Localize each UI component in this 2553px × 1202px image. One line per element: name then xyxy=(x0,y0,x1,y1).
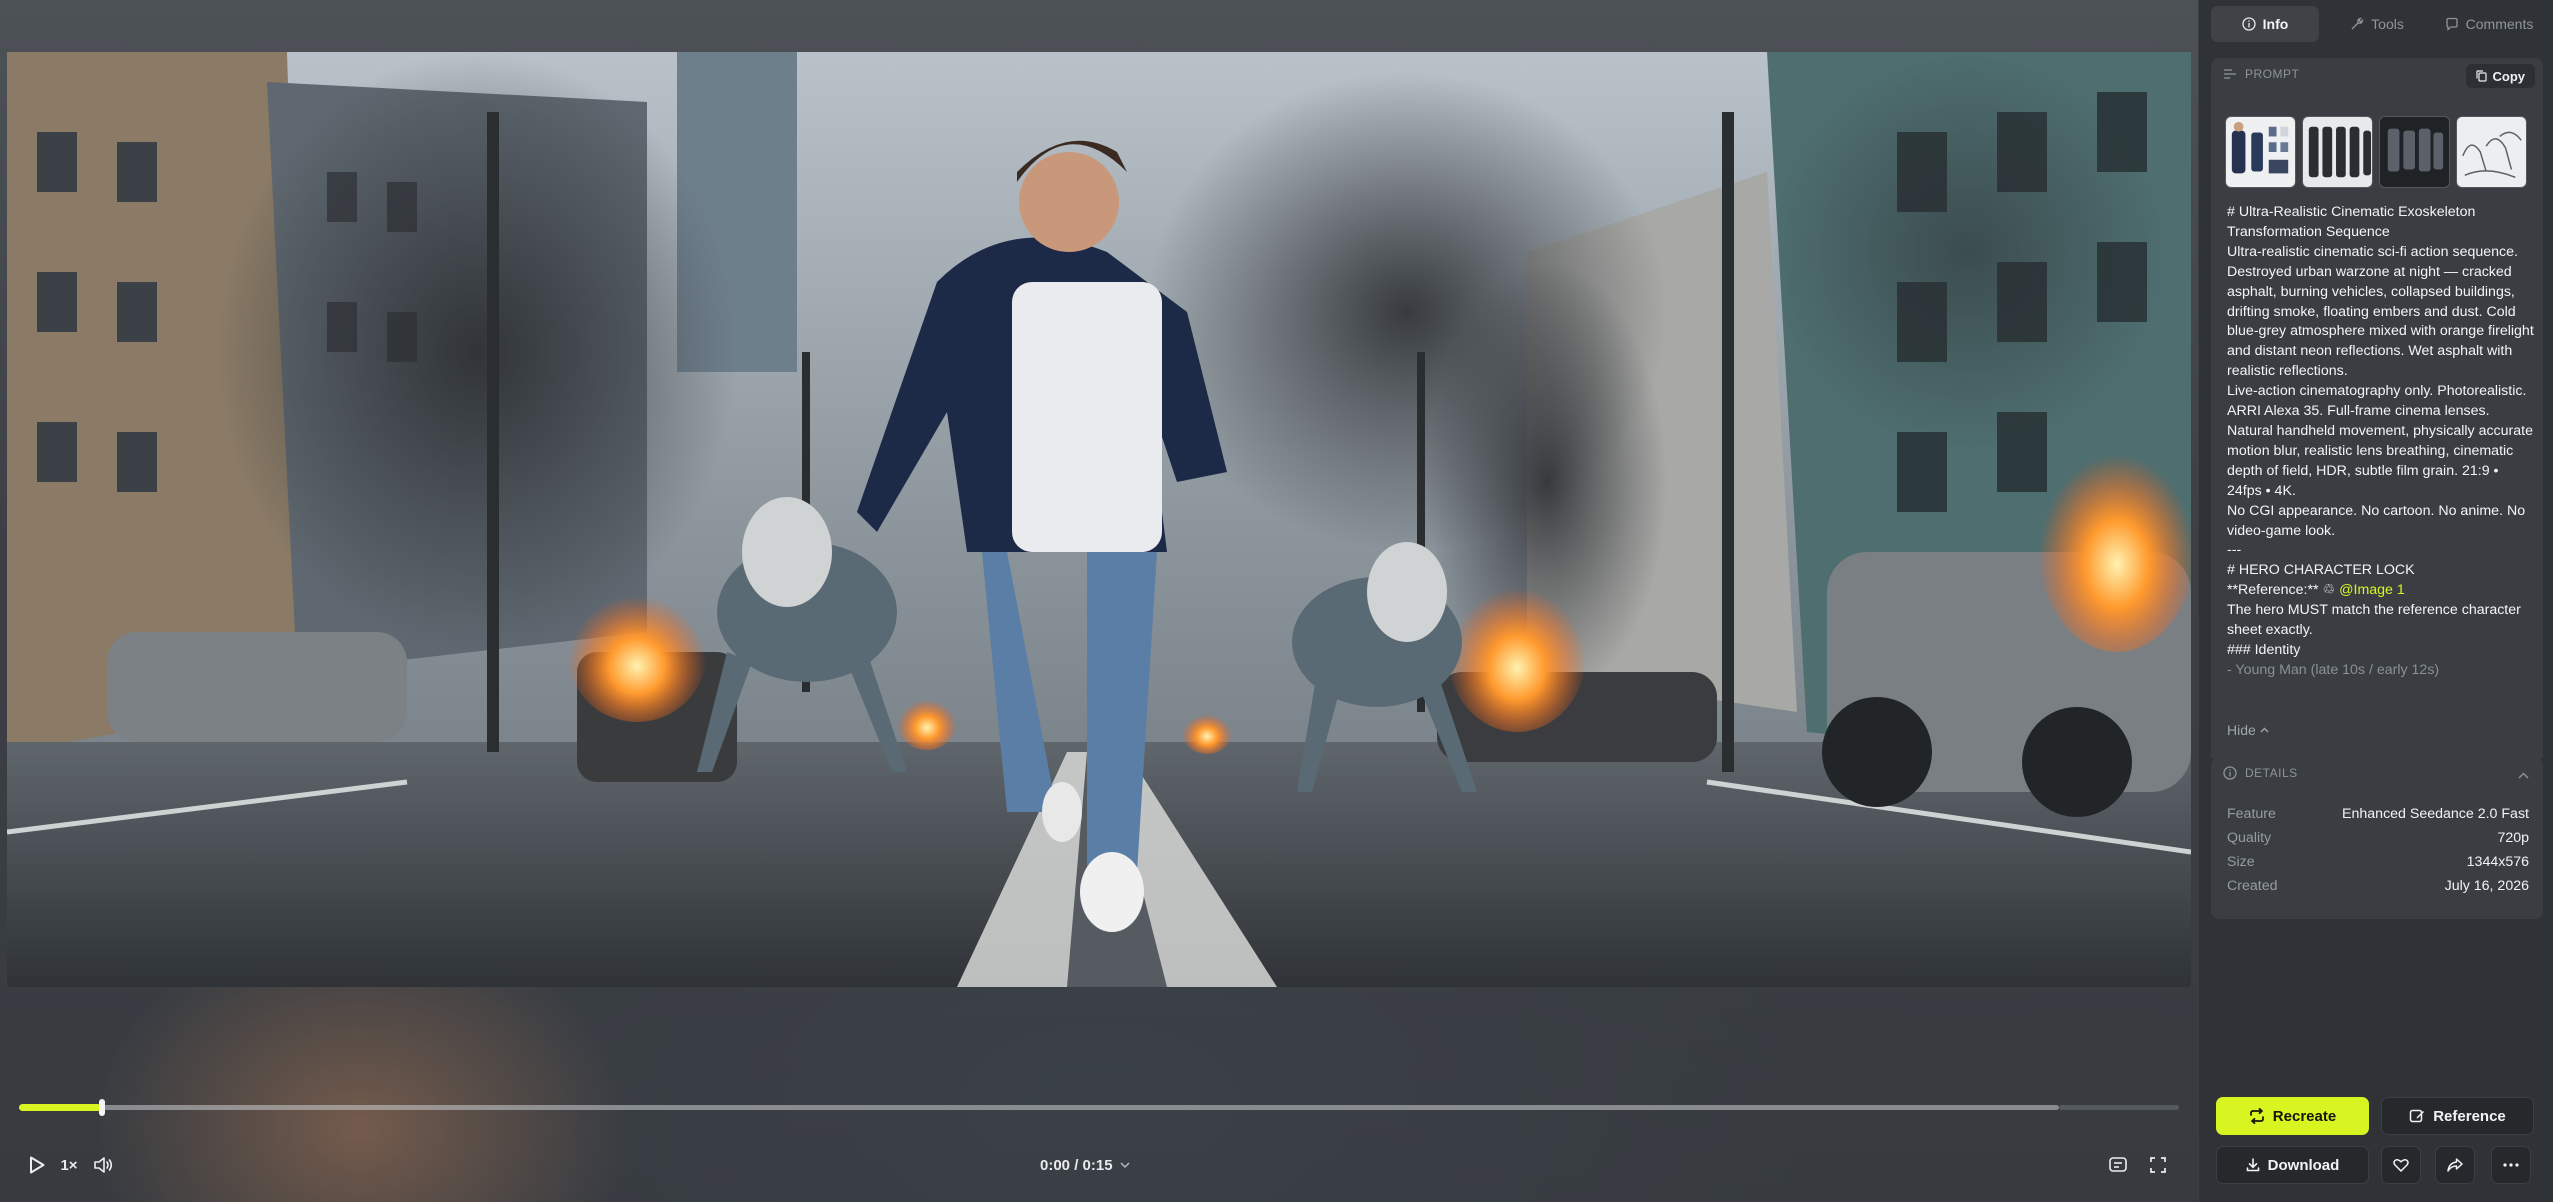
detail-key: Created xyxy=(2227,878,2278,894)
detail-value: Enhanced Seedance 2.0 Fast xyxy=(2342,806,2529,822)
tab-tools[interactable]: Tools xyxy=(2323,6,2431,42)
more-icon xyxy=(2503,1163,2519,1167)
play-icon xyxy=(30,1156,45,1174)
reference-image xyxy=(2457,117,2526,187)
captions-icon xyxy=(2109,1157,2127,1172)
detail-row-size: Size 1344x576 xyxy=(2227,850,2529,874)
detail-value: July 16, 2026 xyxy=(2444,878,2529,894)
detail-row-created: Created July 16, 2026 xyxy=(2227,874,2529,898)
detail-key: Size xyxy=(2227,854,2255,870)
chevron-down-icon xyxy=(1120,1162,1130,1169)
prompt-line-faded: - Young Man (late 10s / early 12s) xyxy=(2227,661,2440,678)
reference-image xyxy=(2303,117,2372,187)
tools-icon xyxy=(2351,17,2364,30)
image-mention[interactable]: @Image 1 xyxy=(2339,582,2405,598)
fullscreen-icon xyxy=(2150,1157,2166,1173)
hide-prompt-button[interactable]: Hide xyxy=(2227,722,2269,738)
tab-info[interactable]: Info xyxy=(2211,6,2319,42)
download-button[interactable]: Download xyxy=(2216,1146,2369,1184)
heart-icon xyxy=(2393,1158,2409,1172)
download-icon xyxy=(2246,1158,2259,1172)
prompt-line: ### Identity xyxy=(2227,641,2301,658)
panel-tabs: Info Tools Comments xyxy=(2211,6,2543,42)
share-icon xyxy=(2447,1158,2463,1172)
prompt-card: PROMPT Copy # Ultra-Realistic Cinematic … xyxy=(2211,58,2543,758)
volume-icon xyxy=(94,1157,113,1173)
details-header[interactable]: DETAILS xyxy=(2223,757,2535,789)
detail-key: Quality xyxy=(2227,830,2272,846)
reference-image xyxy=(2226,117,2295,187)
side-panel: Info Tools Comments PROMPT Copy # Ultra-… xyxy=(2198,0,2553,1202)
reference-thumbnails xyxy=(2225,116,2543,188)
details-list: Feature Enhanced Seedance 2.0 Fast Quali… xyxy=(2227,802,2529,898)
prompt-reference-line: **Reference:** ♲ @Image 1 xyxy=(2227,581,2537,601)
edit-image-icon xyxy=(2409,1109,2425,1123)
prompt-line: Ultra-realistic cinematic sci-fi action … xyxy=(2227,243,2534,380)
tab-comments[interactable]: Comments xyxy=(2435,6,2543,42)
info-icon xyxy=(2223,766,2237,780)
time-display[interactable]: 0:00 / 0:15 xyxy=(1040,1152,1130,1178)
fullscreen-button[interactable] xyxy=(2144,1152,2172,1178)
video-player: 1× 0:00 / 0:15 xyxy=(0,0,2198,1202)
reference-image xyxy=(2380,117,2449,187)
chevron-up-icon xyxy=(2260,727,2269,732)
prompt-text: # Ultra-Realistic Cinematic Exoskeleton … xyxy=(2227,203,2537,765)
repeat-icon xyxy=(2249,1108,2264,1124)
tab-comments-label: Comments xyxy=(2465,16,2534,32)
video-frame[interactable] xyxy=(7,52,2191,987)
copy-button[interactable]: Copy xyxy=(2465,64,2535,88)
like-button[interactable] xyxy=(2381,1146,2421,1184)
reference-button[interactable]: Reference xyxy=(2381,1097,2534,1135)
playback-speed-button[interactable]: 1× xyxy=(56,1152,82,1178)
reference-prefix: **Reference:** xyxy=(2227,582,2323,599)
tab-tools-label: Tools xyxy=(2371,16,2404,32)
volume-button[interactable] xyxy=(90,1152,116,1178)
copy-icon xyxy=(2475,70,2487,82)
hide-label: Hide xyxy=(2227,722,2256,738)
prompt-line: --- xyxy=(2227,542,2242,559)
play-button[interactable] xyxy=(20,1152,54,1178)
recreate-button[interactable]: Recreate xyxy=(2216,1097,2369,1135)
prompt-line: # HERO CHARACTER LOCK xyxy=(2227,562,2415,579)
captions-button[interactable] xyxy=(2104,1152,2132,1178)
reference-thumbnail[interactable] xyxy=(2456,116,2527,188)
mention-icon: ♲ xyxy=(2322,582,2340,599)
info-icon xyxy=(2242,17,2256,31)
detail-key: Feature xyxy=(2227,806,2276,822)
prompt-line: # Ultra-Realistic Cinematic Exoskeleton … xyxy=(2227,204,2476,240)
prompt-line: No CGI appearance. No cartoon. No anime.… xyxy=(2227,502,2526,539)
prompt-header-label: PROMPT xyxy=(2245,67,2300,81)
reference-label: Reference xyxy=(2433,1107,2506,1125)
prompt-line: Live-action cinematography only. Photore… xyxy=(2227,383,2533,499)
share-button[interactable] xyxy=(2435,1146,2475,1184)
comment-icon xyxy=(2446,17,2458,31)
tab-info-label: Info xyxy=(2262,16,2289,32)
prompt-line: The hero MUST match the reference charac… xyxy=(2227,602,2521,639)
details-card: DETAILS Feature Enhanced Seedance 2.0 Fa… xyxy=(2211,757,2543,919)
details-header-label: DETAILS xyxy=(2245,766,2298,780)
detail-value: 1344x576 xyxy=(2466,854,2529,870)
video-still xyxy=(7,52,2191,987)
reference-thumbnail[interactable] xyxy=(2225,116,2296,188)
progress-fill xyxy=(19,1104,101,1111)
prompt-icon xyxy=(2224,69,2236,79)
detail-value: 720p xyxy=(2497,830,2529,846)
progress-track xyxy=(19,1105,2059,1110)
progress-buffer-end xyxy=(2059,1105,2179,1110)
video-progress-bar[interactable] xyxy=(19,1099,2179,1116)
copy-label: Copy xyxy=(2492,68,2526,84)
details-collapse-button[interactable] xyxy=(2518,767,2529,785)
reference-thumbnail[interactable] xyxy=(2302,116,2373,188)
chevron-up-icon xyxy=(2518,772,2529,779)
more-options-button[interactable] xyxy=(2491,1146,2531,1184)
reference-thumbnail[interactable] xyxy=(2379,116,2450,188)
detail-row-feature: Feature Enhanced Seedance 2.0 Fast xyxy=(2227,802,2529,826)
detail-row-quality: Quality 720p xyxy=(2227,826,2529,850)
time-text: 0:00 / 0:15 xyxy=(1040,1156,1113,1174)
recreate-label: Recreate xyxy=(2272,1107,2337,1125)
download-label: Download xyxy=(2267,1156,2340,1174)
progress-scrubber[interactable] xyxy=(99,1099,105,1116)
